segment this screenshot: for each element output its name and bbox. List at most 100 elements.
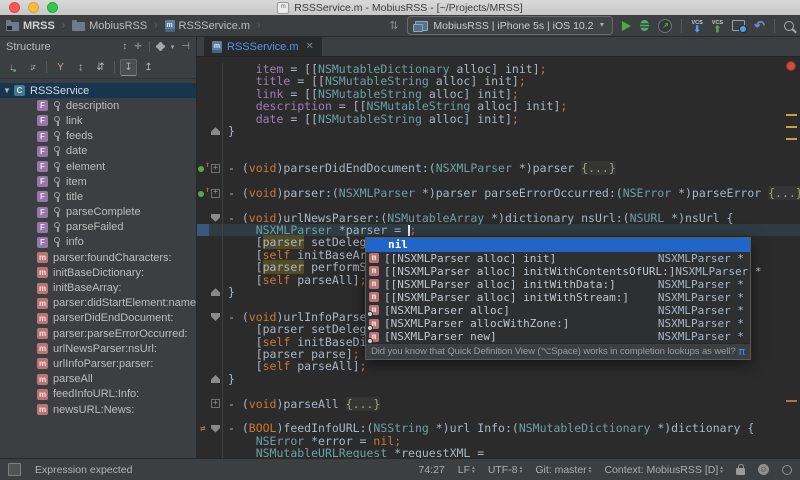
fold-marker-icon[interactable] — [211, 425, 220, 433]
method-icon — [369, 253, 379, 263]
warning-stripe-mark[interactable] — [786, 114, 797, 116]
tree-item-method[interactable]: urlInfoParser:parser: — [0, 356, 196, 371]
window-title: RSSService.m - MobiusRSS - [~/Projects/M… — [294, 2, 522, 14]
autoscroll-to-source-icon[interactable]: ↧ — [120, 59, 137, 76]
sort-alphabetically-icon[interactable]: ↓z — [24, 59, 41, 76]
context-select[interactable]: Context: MobiusRSS [D] — [604, 464, 723, 476]
breadcrumb-project[interactable]: MRSS — [23, 20, 55, 32]
fold-marker-icon[interactable] — [211, 375, 220, 383]
completion-item[interactable]: [[NSXMLParser alloc] init]NSXMLParser * — [366, 252, 750, 265]
code-line[interactable]: } — [197, 373, 800, 385]
tree-item-field[interactable]: element — [0, 159, 196, 174]
tree-item-class[interactable]: ▼RSSService — [0, 83, 196, 98]
sort-by-visibility-icon[interactable]: ↓ — [4, 59, 21, 76]
code-line[interactable] — [197, 137, 800, 149]
completion-item-selected[interactable]: nil — [366, 238, 750, 252]
tree-item-method[interactable]: initBaseDictionary: — [0, 265, 196, 280]
recursive-call-icon[interactable] — [200, 421, 205, 435]
completion-item[interactable]: [NSXMLParser allocWithZone:]NSXMLParser … — [366, 317, 750, 330]
breadcrumb-group[interactable]: MobiusRSS — [89, 20, 147, 32]
hide-panel-icon[interactable]: ⊣ — [181, 41, 190, 52]
local-history-button[interactable] — [732, 20, 745, 31]
fold-marker-icon[interactable] — [211, 399, 220, 408]
code-line[interactable]: - (void)parser:(NSXMLParser *)parser par… — [197, 187, 800, 199]
collapse-all-icon[interactable]: ⇵ — [92, 59, 109, 76]
profile-button[interactable] — [658, 19, 672, 33]
fold-marker-icon[interactable] — [211, 313, 220, 321]
line-separator-select[interactable]: LF — [458, 464, 475, 476]
code-line[interactable]: - (void)parserDidEndDocument:(NSXMLParse… — [197, 162, 800, 174]
tree-item-method[interactable]: parser:didStartElement:namespaceURI: — [0, 296, 196, 311]
warning-stripe-mark[interactable] — [786, 126, 797, 128]
tree-item-method[interactable]: parserDidEndDocument: — [0, 311, 196, 326]
fold-marker-icon[interactable] — [211, 288, 220, 296]
tree-item-field[interactable]: info — [0, 235, 196, 250]
toolbar-divider — [114, 61, 115, 73]
vcs-update-button[interactable]: VCS⬇ — [691, 20, 702, 32]
fold-marker-icon[interactable] — [211, 214, 220, 222]
breadcrumb-file[interactable]: RSSService.m — [179, 20, 251, 32]
toolwindow-switcher-icon[interactable] — [8, 463, 21, 476]
editor-tab-bar: RSSService.m ✕ — [197, 37, 800, 57]
completion-item[interactable]: [NSXMLParser new]NSXMLParser * — [366, 330, 750, 343]
tree-item-method[interactable]: parseAll — [0, 372, 196, 387]
tree-item-method[interactable]: parser:foundCharacters: — [0, 250, 196, 265]
tree-item-field[interactable]: parseFailed — [0, 220, 196, 235]
warning-stripe-mark[interactable] — [786, 138, 797, 140]
gear-icon[interactable] — [157, 43, 164, 50]
rollback-button[interactable]: ↶ — [754, 20, 765, 32]
updown-icon — [720, 466, 723, 474]
search-everywhere-icon[interactable] — [784, 21, 794, 31]
error-indicator-icon[interactable] — [786, 61, 796, 71]
background-tasks-icon[interactable] — [782, 465, 792, 475]
completion-item[interactable]: [[NSXMLParser alloc] initWithData:]NSXML… — [366, 278, 750, 291]
code-line[interactable]: - (void)parseAll {...} — [197, 398, 800, 410]
override-marker-icon[interactable] — [198, 163, 208, 173]
tree-item-method[interactable]: urlNewsParser:nsUrl: — [0, 341, 196, 356]
expand-panel-icon[interactable]: ↕ — [122, 41, 127, 52]
lock-icon[interactable] — [736, 468, 745, 475]
sync-columns-icon[interactable]: ⇅ — [389, 19, 398, 32]
tree-item-field[interactable]: link — [0, 113, 196, 128]
close-icon[interactable]: ✕ — [306, 41, 314, 52]
tree-item-method[interactable]: initBaseArray: — [0, 280, 196, 295]
encoding-select[interactable]: UTF-8 — [488, 464, 523, 476]
tree-item-method[interactable]: parser:parseErrorOccurred: — [0, 326, 196, 341]
autoscroll-from-source-icon[interactable]: ↥ — [140, 59, 157, 76]
expand-all-icon[interactable]: ↨ — [72, 59, 89, 76]
tree-item-field[interactable]: feeds — [0, 129, 196, 144]
fold-marker-icon[interactable] — [211, 164, 220, 173]
code-line[interactable]: } — [197, 125, 800, 137]
vcs-commit-button[interactable]: VCS⬆ — [712, 20, 723, 32]
structure-toolbar: ↓ ↓z Y ↨ ⇵ ↧ ↥ — [0, 56, 196, 79]
tree-item-method[interactable]: feedInfoURL:Info: — [0, 387, 196, 402]
tree-item-field[interactable]: item — [0, 174, 196, 189]
override-marker-icon[interactable] — [198, 188, 208, 198]
completion-item[interactable]: [[NSXMLParser alloc] initWithStream:]NSX… — [366, 291, 750, 304]
toolbar-divider — [774, 19, 775, 33]
group-methods-icon[interactable]: Y — [52, 59, 69, 76]
hector-inspections-icon[interactable] — [758, 464, 769, 475]
main-toolbar: MRSS › MobiusRSS › RSSService.m › ⇅ Mobi… — [0, 15, 800, 37]
tree-item-field[interactable]: title — [0, 189, 196, 204]
code-line[interactable]: [self parseAll]; — [197, 360, 800, 372]
tree-item-field[interactable]: parseComplete — [0, 205, 196, 220]
caret-position[interactable]: 74:27 — [419, 464, 445, 476]
project-folder-icon — [6, 22, 19, 31]
tab-rssservice[interactable]: RSSService.m ✕ — [204, 37, 322, 56]
code-line[interactable]: date = [[NSMutableString alloc] init]; — [197, 113, 800, 125]
run-button[interactable] — [622, 21, 631, 31]
completion-item[interactable]: [NSXMLParser alloc]NSXMLParser * — [366, 304, 750, 317]
tree-item-field[interactable]: date — [0, 144, 196, 159]
debug-button[interactable] — [640, 20, 649, 31]
caret-stripe-mark[interactable] — [786, 400, 797, 402]
git-branch-select[interactable]: Git: master — [535, 464, 591, 476]
collapse-panel-icon[interactable]: ✛ — [134, 41, 142, 52]
run-configuration-select[interactable]: MobiusRSS | iPhone 5s | iOS 10.2 ▼ — [407, 16, 613, 35]
tree-item-field[interactable]: description — [0, 98, 196, 113]
completion-item[interactable]: [[NSXMLParser alloc] initWithContentsOfU… — [366, 265, 750, 278]
fold-marker-icon[interactable] — [211, 127, 220, 135]
tree-item-method[interactable]: newsURL:News: — [0, 402, 196, 417]
fold-marker-icon[interactable] — [211, 189, 220, 198]
code-line[interactable]: NSMutableURLRequest *requestXML = — [197, 447, 800, 458]
